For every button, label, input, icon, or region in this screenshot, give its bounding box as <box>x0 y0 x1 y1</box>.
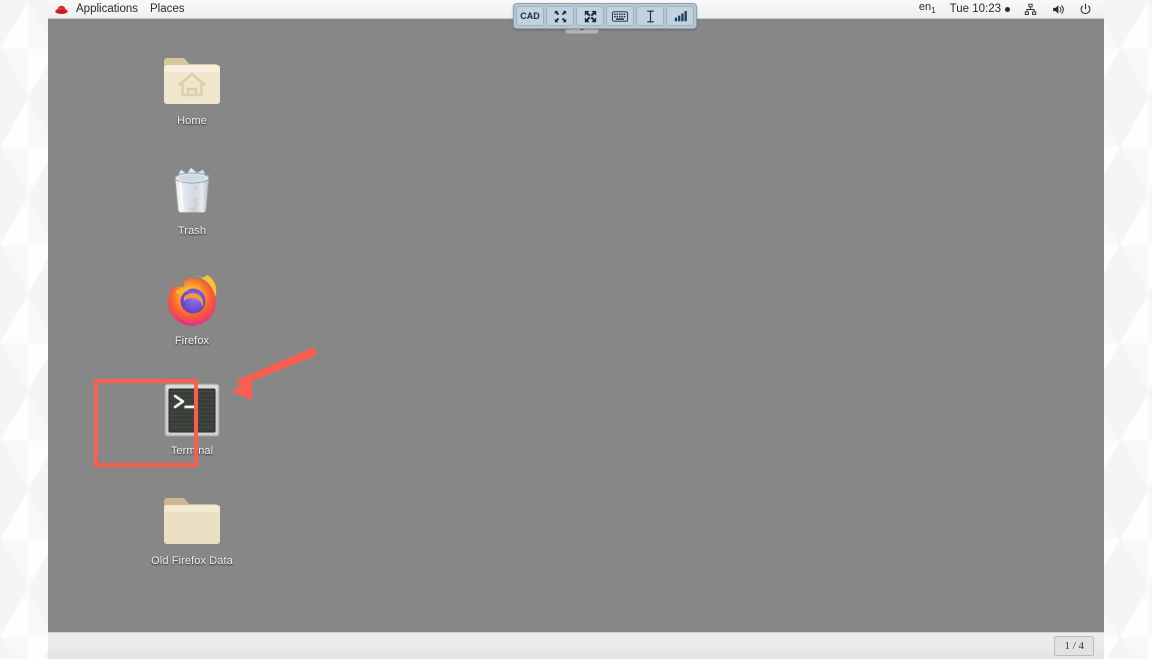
desktop-icon-label: Trash <box>177 225 207 237</box>
text-cursor-button[interactable] <box>636 6 664 26</box>
keyboard-layout-index: 1 <box>931 6 936 16</box>
volume-icon <box>1053 4 1064 14</box>
keyboard-layout-indicator[interactable]: en1 <box>912 0 943 19</box>
fullscreen-button[interactable] <box>576 6 604 26</box>
workspace-pager[interactable]: 1 / 4 <box>1054 636 1094 656</box>
power-icon <box>1080 3 1091 14</box>
clock-label: Tue 10:23 <box>949 2 1001 15</box>
desktop-icon-terminal[interactable]: Terminal <box>144 378 240 457</box>
desktop-icon-firefox[interactable]: Firefox <box>144 268 240 347</box>
network-indicator[interactable] <box>1017 0 1044 19</box>
menu-applications[interactable]: Applications <box>70 0 144 19</box>
connection-quality-button[interactable] <box>666 6 694 26</box>
keyboard-layout-label: en <box>918 0 932 13</box>
desktop-icon-label: Firefox <box>174 335 210 347</box>
remote-desktop-viewport[interactable]: Applications Places en1 Tue 10:23 CAD Ho… <box>48 0 1104 632</box>
shrink-window-button[interactable] <box>546 6 574 26</box>
firefox-icon <box>160 268 224 332</box>
fedora-logo-icon <box>55 5 68 14</box>
power-indicator[interactable] <box>1072 0 1099 19</box>
network-icon <box>1024 3 1037 15</box>
menu-places[interactable]: Places <box>144 0 191 19</box>
volume-indicator[interactable] <box>1044 0 1072 19</box>
bottom-panel: 1 / 4 <box>48 632 1104 659</box>
desktop-icon-old-firefox-data[interactable]: Old Firefox Data <box>144 488 240 567</box>
signal-bars-icon <box>674 11 687 22</box>
clock-status-dot-icon <box>1005 6 1010 12</box>
desktop-icon-home[interactable]: Home <box>144 48 240 127</box>
clock-indicator[interactable]: Tue 10:23 <box>943 0 1017 19</box>
desktop-icon-trash[interactable]: Trash <box>144 158 240 237</box>
contract-arrows-icon <box>554 10 566 22</box>
expand-arrows-icon <box>584 10 596 22</box>
trash-icon <box>160 158 224 222</box>
i-beam-icon <box>646 10 654 22</box>
terminal-icon <box>160 378 224 442</box>
keyboard-icon <box>612 10 628 22</box>
vnc-control-toolbar[interactable]: CAD <box>513 3 697 29</box>
desktop-icon-label: Home <box>177 115 207 127</box>
virtual-keyboard-button[interactable] <box>606 6 634 26</box>
folder-icon <box>160 488 224 552</box>
menubar-status-area: en1 Tue 10:23 <box>912 0 1104 19</box>
home-folder-icon <box>160 48 224 112</box>
desktop-icon-label: Old Firefox Data <box>151 555 233 567</box>
ctrl-alt-del-button[interactable]: CAD <box>516 6 544 26</box>
desktop-icon-label: Terminal <box>170 445 214 457</box>
